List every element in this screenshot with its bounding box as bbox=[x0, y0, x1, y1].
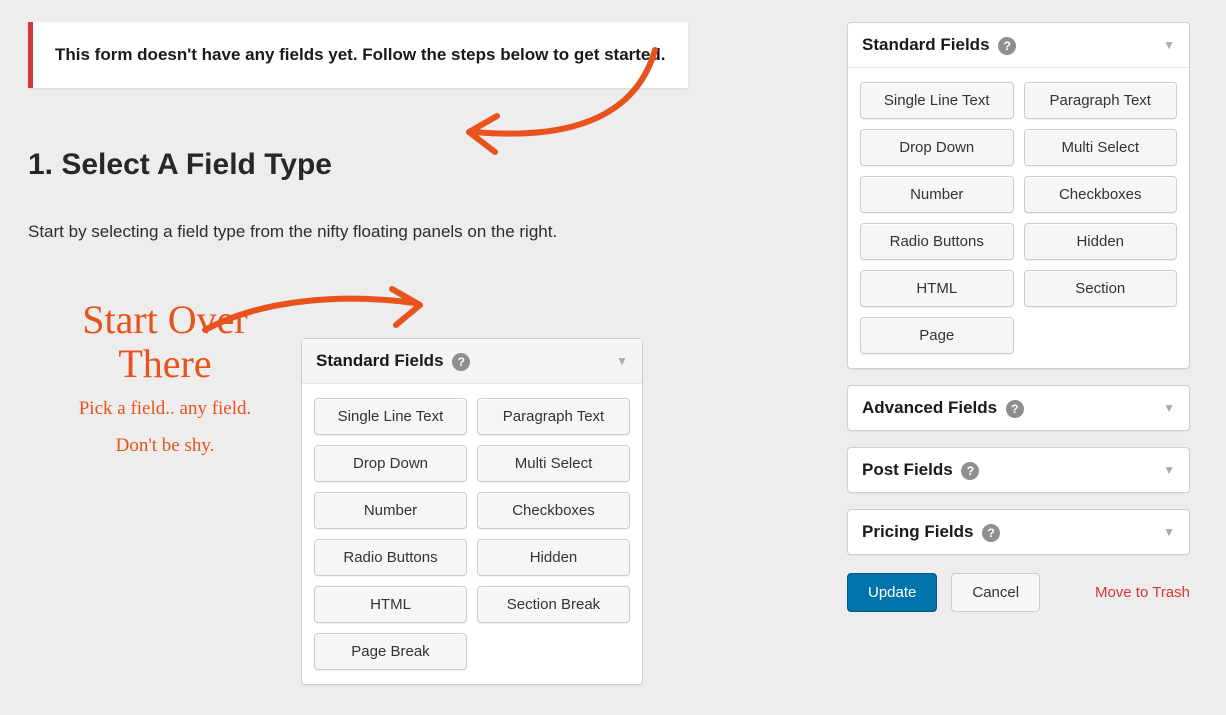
move-to-trash-link[interactable]: Move to Trash bbox=[1095, 584, 1190, 601]
field-single-line-text-button[interactable]: Single Line Text bbox=[860, 82, 1014, 119]
standard-fields-body: Single Line Text Paragraph Text Drop Dow… bbox=[848, 67, 1189, 368]
standard-fields-header[interactable]: Standard Fields ? ▼ bbox=[848, 23, 1189, 67]
example-standard-fields-panel: Standard Fields ? ▼ Single Line Text Par… bbox=[301, 338, 643, 685]
post-fields-title: Post Fields bbox=[862, 460, 953, 479]
standard-fields-title: Standard Fields bbox=[862, 35, 990, 54]
hand-line-1: Start Over bbox=[40, 298, 290, 342]
field-checkboxes-button[interactable]: Checkboxes bbox=[477, 492, 630, 529]
sidebar: Standard Fields ? ▼ Single Line Text Par… bbox=[847, 22, 1190, 612]
field-page-button[interactable]: Page bbox=[860, 317, 1014, 354]
help-icon[interactable]: ? bbox=[452, 353, 470, 371]
field-section-break-button[interactable]: Section Break bbox=[477, 586, 630, 623]
post-fields-header[interactable]: Post Fields ? ▼ bbox=[848, 448, 1189, 492]
field-single-line-text-button[interactable]: Single Line Text bbox=[314, 398, 467, 435]
field-number-button[interactable]: Number bbox=[860, 176, 1014, 213]
chevron-down-icon: ▼ bbox=[1163, 38, 1175, 52]
hand-sub-2: Don't be shy. bbox=[40, 433, 290, 460]
post-fields-panel: Post Fields ? ▼ bbox=[847, 447, 1190, 493]
chevron-down-icon: ▼ bbox=[616, 354, 628, 368]
field-section-button[interactable]: Section bbox=[1024, 270, 1178, 307]
advanced-fields-panel: Advanced Fields ? ▼ bbox=[847, 385, 1190, 431]
chevron-down-icon: ▼ bbox=[1163, 463, 1175, 477]
field-html-button[interactable]: HTML bbox=[860, 270, 1014, 307]
example-panel-body: Single Line Text Paragraph Text Drop Dow… bbox=[302, 383, 642, 684]
form-actions: Update Cancel Move to Trash bbox=[847, 573, 1190, 612]
example-panel-header[interactable]: Standard Fields ? ▼ bbox=[302, 339, 642, 383]
field-page-break-button[interactable]: Page Break bbox=[314, 633, 467, 670]
help-icon[interactable]: ? bbox=[961, 462, 979, 480]
field-checkboxes-button[interactable]: Checkboxes bbox=[1024, 176, 1178, 213]
hand-line-2: There bbox=[40, 342, 290, 386]
field-number-button[interactable]: Number bbox=[314, 492, 467, 529]
step-intro: Start by selecting a field type from the… bbox=[28, 222, 557, 242]
field-html-button[interactable]: HTML bbox=[314, 586, 467, 623]
field-paragraph-text-button[interactable]: Paragraph Text bbox=[1024, 82, 1178, 119]
handwritten-annotation: Start Over There Pick a field.. any fiel… bbox=[40, 298, 290, 459]
field-multi-select-button[interactable]: Multi Select bbox=[477, 445, 630, 482]
update-button[interactable]: Update bbox=[847, 573, 937, 612]
example-panel-title: Standard Fields bbox=[316, 351, 444, 370]
field-multi-select-button[interactable]: Multi Select bbox=[1024, 129, 1178, 166]
field-radio-buttons-button[interactable]: Radio Buttons bbox=[860, 223, 1014, 260]
help-icon[interactable]: ? bbox=[982, 524, 1000, 542]
pricing-fields-title: Pricing Fields bbox=[862, 522, 973, 541]
help-icon[interactable]: ? bbox=[1006, 400, 1024, 418]
chevron-down-icon: ▼ bbox=[1163, 401, 1175, 415]
pricing-fields-header[interactable]: Pricing Fields ? ▼ bbox=[848, 510, 1189, 554]
empty-form-notice: This form doesn't have any fields yet. F… bbox=[28, 22, 688, 88]
field-hidden-button[interactable]: Hidden bbox=[1024, 223, 1178, 260]
field-radio-buttons-button[interactable]: Radio Buttons bbox=[314, 539, 467, 576]
hand-sub-1: Pick a field.. any field. bbox=[40, 396, 290, 423]
field-drop-down-button[interactable]: Drop Down bbox=[314, 445, 467, 482]
standard-fields-panel: Standard Fields ? ▼ Single Line Text Par… bbox=[847, 22, 1190, 369]
advanced-fields-title: Advanced Fields bbox=[862, 398, 997, 417]
field-hidden-button[interactable]: Hidden bbox=[477, 539, 630, 576]
notice-text: This form doesn't have any fields yet. F… bbox=[55, 42, 666, 68]
advanced-fields-header[interactable]: Advanced Fields ? ▼ bbox=[848, 386, 1189, 430]
chevron-down-icon: ▼ bbox=[1163, 525, 1175, 539]
field-drop-down-button[interactable]: Drop Down bbox=[860, 129, 1014, 166]
help-icon[interactable]: ? bbox=[998, 37, 1016, 55]
field-paragraph-text-button[interactable]: Paragraph Text bbox=[477, 398, 630, 435]
pricing-fields-panel: Pricing Fields ? ▼ bbox=[847, 509, 1190, 555]
cancel-button[interactable]: Cancel bbox=[951, 573, 1040, 612]
step-heading: 1. Select A Field Type bbox=[28, 148, 332, 182]
